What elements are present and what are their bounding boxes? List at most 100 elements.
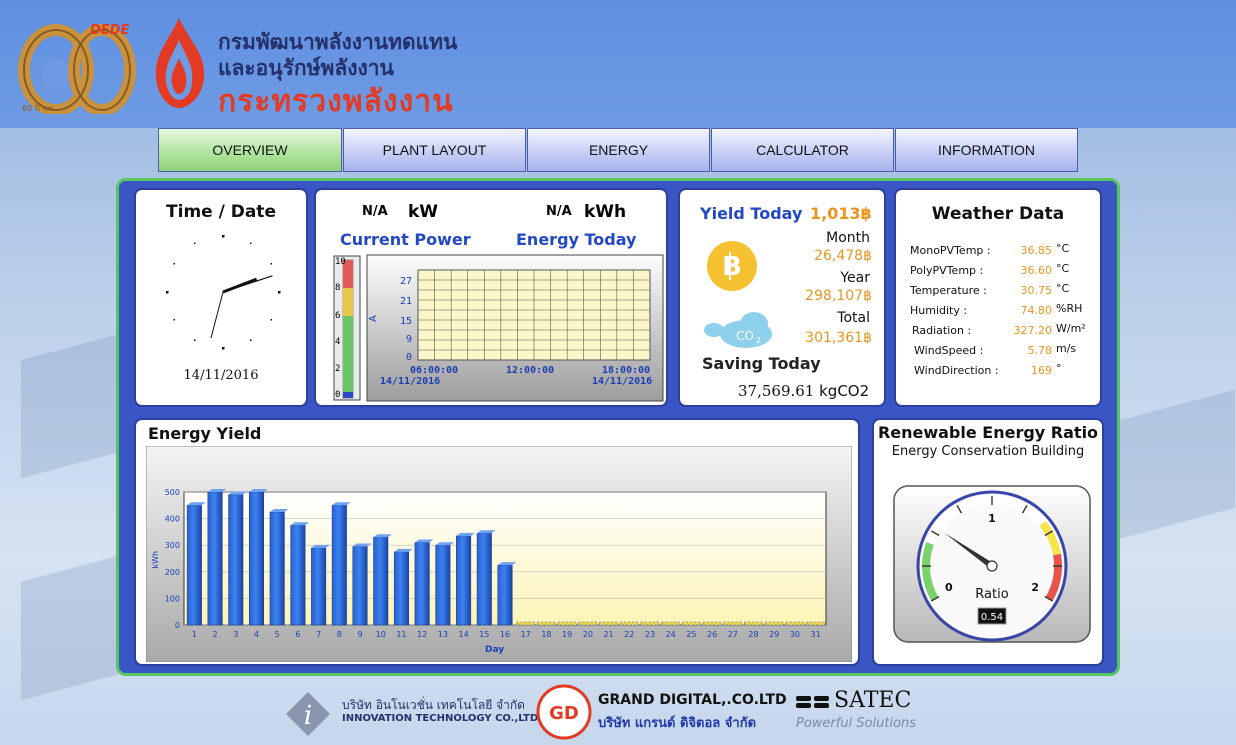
chart-bar xyxy=(536,621,556,626)
date-text: 14/11/2016 xyxy=(183,368,259,383)
chart-bar xyxy=(269,511,285,626)
weather-value: 36.60 xyxy=(1020,264,1053,277)
clock-tick xyxy=(173,319,176,321)
mini-y-tick: 21 xyxy=(400,296,412,307)
yield-today-value: 1,013฿ xyxy=(810,204,872,223)
svg-text:i: i xyxy=(304,701,312,731)
clock-tick xyxy=(250,339,252,341)
tab-plant-layout[interactable]: PLANT LAYOUT xyxy=(343,128,526,172)
weather-value: 169 xyxy=(1031,364,1052,377)
mini-y-tick: 27 xyxy=(400,276,412,287)
clock-tick xyxy=(222,347,225,350)
tab-overview[interactable]: OVERVIEW xyxy=(158,128,342,172)
chart-y-axis-label: kWh xyxy=(151,551,160,569)
chart-x-tick-label: 15 xyxy=(479,630,489,639)
weather-value: 30.75 xyxy=(1020,284,1053,297)
header-banner: DEDE 60 ปี พพ. กรมพัฒนาพลังงานทดแทน และอ… xyxy=(0,0,1236,128)
chart-x-tick-label: 1 xyxy=(192,630,197,639)
total-label: Total xyxy=(837,310,870,326)
weather-unit: m/s xyxy=(1056,342,1077,355)
clock-tick xyxy=(173,263,176,265)
power-unit: kW xyxy=(408,202,439,222)
tab-energy[interactable]: ENERGY xyxy=(527,128,710,172)
chart-bar xyxy=(619,621,639,626)
mini-x-label: 12:00:00 xyxy=(506,365,554,376)
weather-unit: °C xyxy=(1056,262,1070,275)
clock-tick xyxy=(194,242,196,245)
currency-symbol: ฿ xyxy=(863,330,872,346)
clock-tick xyxy=(270,263,272,265)
chart-bar xyxy=(785,621,805,626)
total-value: 301,361฿ xyxy=(805,330,872,346)
month-amount: 26,478 xyxy=(814,248,864,264)
chart-x-tick-label: 21 xyxy=(603,630,613,639)
weather-label: WindDirection : xyxy=(914,364,999,377)
ratio-dial-gauge: 0 1 2 Ratio 0.54 xyxy=(893,485,1091,643)
tab-calculator[interactable]: CALCULATOR xyxy=(711,128,894,172)
chart-x-tick-label: 11 xyxy=(396,630,406,639)
chart-bar xyxy=(373,536,389,626)
total-amount: 301,361 xyxy=(805,330,864,346)
weather-unit: W/m² xyxy=(1056,322,1086,335)
weather-title: Weather Data xyxy=(931,204,1065,224)
chart-x-tick-label: 17 xyxy=(521,630,531,639)
mini-date-left: 14/11/2016 xyxy=(380,376,440,387)
logo-sub: 60 ปี พพ. xyxy=(22,104,55,113)
chart-x-tick-label: 2 xyxy=(213,630,218,639)
chart-x-tick-label: 22 xyxy=(624,630,634,639)
gd-mark: GD xyxy=(549,703,579,724)
mini-date-right: 14/11/2016 xyxy=(592,376,652,387)
co2-cloud-icon: CO 2 xyxy=(704,312,772,348)
chart-bar xyxy=(228,494,244,626)
chart-y-tick-label: 400 xyxy=(165,515,180,524)
month-value: 26,478฿ xyxy=(814,248,872,264)
logo-text: DEDE xyxy=(90,23,129,38)
innovation-logo-icon: i xyxy=(286,692,330,736)
current-power-card: N/A kW N/A kWh Current Power Energy Toda… xyxy=(314,188,668,407)
weather-label: PolyPVTemp : xyxy=(910,264,984,277)
weather-unit: %RH xyxy=(1056,302,1083,315)
satec-tagline: Powerful Solutions xyxy=(796,716,917,731)
clock-tick xyxy=(222,235,225,238)
chart-y-tick-label: 200 xyxy=(165,568,180,577)
satec-mark-icon xyxy=(796,696,829,708)
gauge-tick-label: 0 xyxy=(335,390,340,400)
saving-today-label: Saving Today xyxy=(702,354,821,373)
gauge-mid-label: 1 xyxy=(988,512,996,525)
chart-bar xyxy=(578,621,598,626)
year-value: 298,107฿ xyxy=(805,288,872,304)
analog-clock-icon xyxy=(166,235,281,350)
weather-unit: °C xyxy=(1056,282,1070,295)
mini-y-tick: 9 xyxy=(406,334,412,345)
coin-icon: B xyxy=(707,241,757,291)
clock-tick xyxy=(270,319,272,321)
chart-x-tick-label: 26 xyxy=(707,630,717,639)
clock-minute-hand xyxy=(222,275,273,293)
weather-unit: °C xyxy=(1056,242,1070,255)
chart-y-tick-label: 0 xyxy=(175,621,180,630)
tab-information[interactable]: INFORMATION xyxy=(895,128,1078,172)
gauge-tick-label: 10 xyxy=(335,257,346,267)
gauge-tick-label: 8 xyxy=(335,283,340,293)
chart-bar xyxy=(744,621,764,626)
chart-x-tick-label: 9 xyxy=(357,630,362,639)
mini-y-tick: 0 xyxy=(406,352,412,363)
chart-bar xyxy=(456,535,472,626)
weather-data-card: Weather Data MonoPVTemp :36.85 °C PolyPVTe… xyxy=(894,188,1102,407)
gauge-tick-label: 2 xyxy=(335,364,340,374)
time-date-card: Time / Date 14/11/2016 xyxy=(134,188,308,407)
weather-value: 36.85 xyxy=(1020,244,1053,257)
chart-x-tick-label: 14 xyxy=(458,630,468,639)
weather-label: Humidity : xyxy=(910,304,968,317)
chart-bar xyxy=(186,505,202,626)
grand-digital-th: บริษัท แกรนด์ ดิจิตอล จำกัด xyxy=(598,716,757,731)
chart-bar xyxy=(248,491,264,626)
year-amount: 298,107 xyxy=(805,288,864,304)
chart-y-tick-label: 100 xyxy=(165,594,180,603)
chart-x-tick-label: 6 xyxy=(295,630,300,639)
chart-bar xyxy=(311,547,327,626)
gauge-value-text: 0.54 xyxy=(981,612,1003,623)
chart-x-tick-label: 29 xyxy=(769,630,779,639)
energy-yield-title: Energy Yield xyxy=(148,424,262,443)
yield-today-card: Yield Today 1,013฿ B Month 26,478฿ Year … xyxy=(678,188,886,407)
